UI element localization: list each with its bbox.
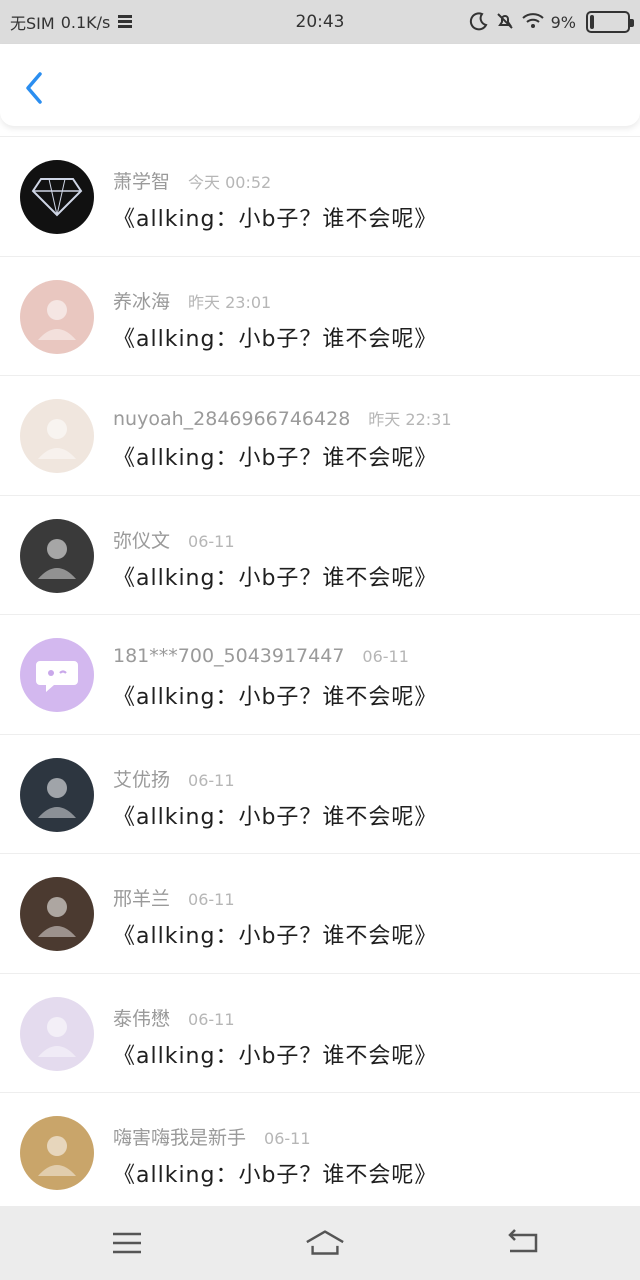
message-meta: nuyoah_2846966746428 昨天 22:31 (113, 406, 452, 430)
avatar[interactable] (20, 1116, 94, 1190)
battery-percent: 9% (550, 12, 576, 32)
sender-name[interactable]: nuyoah_2846966746428 (113, 408, 350, 430)
message-text: 《allking：小b子？谁不会呢》 (113, 1043, 438, 1069)
message-row[interactable]: 艾优扬 06-11 《allking：小b子？谁不会呢》 (0, 733, 640, 854)
chat-bubble-icon (36, 661, 78, 692)
message-text: 《allking：小b子？谁不会呢》 (113, 565, 438, 591)
person-icon (38, 299, 76, 340)
message-time: 06-11 (188, 890, 235, 909)
message-time: 昨天 22:31 (368, 410, 452, 429)
message-time: 今天 00:52 (188, 173, 272, 192)
message-text: 《allking：小b子？谁不会呢》 (113, 1163, 438, 1188)
message-meta: 艾优扬 06-11 (113, 765, 235, 792)
message-time: 昨天 23:01 (188, 292, 272, 312)
message-row[interactable]: 邢羊兰 06-11 《allking：小b子？谁不会呢》 (0, 853, 640, 973)
message-meta: 邢羊兰 06-11 (113, 884, 235, 911)
message-row[interactable]: nuyoah_2846966746428 昨天 22:31 《allking：小b子… (0, 375, 640, 495)
back-button[interactable] (16, 70, 52, 106)
message-time: 06-11 (188, 531, 235, 551)
sender-name[interactable]: 181***700_5043917447 (113, 645, 344, 667)
message-meta: 养冰海 昨天 23:01 (113, 287, 271, 314)
status-bar: 无SIM 0.1K/s 20:43 9% (0, 0, 640, 44)
avatar[interactable] (20, 160, 94, 234)
message-text: 《allking：小b子？谁不会呢》 (113, 924, 438, 949)
sender-name[interactable]: 弥仪文 (113, 526, 170, 553)
message-time: 06-11 (362, 647, 409, 666)
storage-icon (116, 12, 134, 33)
message-meta: 嗨害嗨我是新手 06-11 (113, 1123, 311, 1150)
back-icon (26, 72, 42, 104)
network-speed: 0.1K/s (60, 12, 111, 32)
avatar[interactable] (20, 399, 94, 473)
sender-name[interactable]: 养冰海 (113, 287, 170, 314)
avatar[interactable] (20, 996, 94, 1071)
avatar[interactable] (20, 518, 94, 593)
message-meta: 弥仪文 06-11 (113, 526, 235, 553)
return-button[interactable] (502, 1225, 544, 1261)
person-icon (38, 1136, 76, 1176)
message-time: 06-11 (188, 1009, 235, 1029)
home-button[interactable] (304, 1225, 346, 1261)
home-icon (306, 1230, 344, 1255)
diamond-icon (31, 178, 83, 217)
message-text: 《allking：小b子？谁不会呢》 (113, 446, 438, 471)
mute-bell-icon (495, 11, 515, 34)
person-icon (38, 1016, 76, 1057)
message-time: 06-11 (264, 1129, 311, 1148)
message-text: 《allking：小b子？谁不会呢》 (113, 685, 438, 710)
message-text: 《allking：小b子？谁不会呢》 (113, 326, 438, 352)
message-list: 萧学智 今天 00:52 《allking：小b子？谁不会呢》 养冰海 昨天 23:01… (0, 136, 640, 1212)
sender-name[interactable]: 泰伟懋 (113, 1004, 170, 1031)
avatar[interactable] (20, 279, 94, 354)
person-icon (38, 538, 76, 579)
sender-name[interactable]: 嗨害嗨我是新手 (113, 1123, 246, 1150)
message-meta: 萧学智 今天 00:52 (113, 167, 271, 194)
message-row[interactable]: 萧学智 今天 00:52 《allking：小b子？谁不会呢》 (0, 136, 640, 256)
message-row[interactable]: 181***700_5043917447 06-11 《allking：小b子？谁不… (0, 614, 640, 734)
status-right: 9% (469, 11, 634, 34)
return-icon (508, 1229, 538, 1253)
sender-name[interactable]: 艾优扬 (113, 765, 170, 792)
sender-name[interactable]: 邢羊兰 (113, 884, 170, 911)
person-icon (38, 777, 76, 818)
message-meta: 泰伟懋 06-11 (113, 1004, 235, 1031)
moon-icon (469, 11, 489, 34)
status-left: 无SIM 0.1K/s (10, 10, 134, 34)
person-icon (38, 419, 76, 459)
avatar[interactable] (20, 638, 94, 712)
menu-button[interactable] (106, 1225, 148, 1261)
person-icon (38, 897, 76, 937)
navigation-bar (0, 1206, 640, 1280)
wifi-icon (521, 12, 545, 33)
message-row[interactable]: 泰伟懋 06-11 《allking：小b子？谁不会呢》 (0, 972, 640, 1093)
menu-icon (113, 1232, 141, 1254)
message-time: 06-11 (188, 770, 235, 790)
message-row[interactable]: 弥仪文 06-11 《allking：小b子？谁不会呢》 (0, 494, 640, 615)
message-meta: 181***700_5043917447 06-11 (113, 645, 409, 667)
avatar[interactable] (20, 757, 94, 832)
avatar[interactable] (20, 877, 94, 951)
top-bar (0, 44, 640, 126)
message-text: 《allking：小b子？谁不会呢》 (113, 207, 438, 232)
sender-name[interactable]: 萧学智 (113, 167, 170, 194)
battery-icon (586, 11, 634, 33)
message-row[interactable]: 养冰海 昨天 23:01 《allking：小b子？谁不会呢》 (0, 255, 640, 376)
message-text: 《allking：小b子？谁不会呢》 (113, 804, 438, 830)
carrier-text: 无SIM (10, 14, 55, 33)
message-row[interactable]: 嗨害嗨我是新手 06-11 《allking：小b子？谁不会呢》 (0, 1092, 640, 1212)
